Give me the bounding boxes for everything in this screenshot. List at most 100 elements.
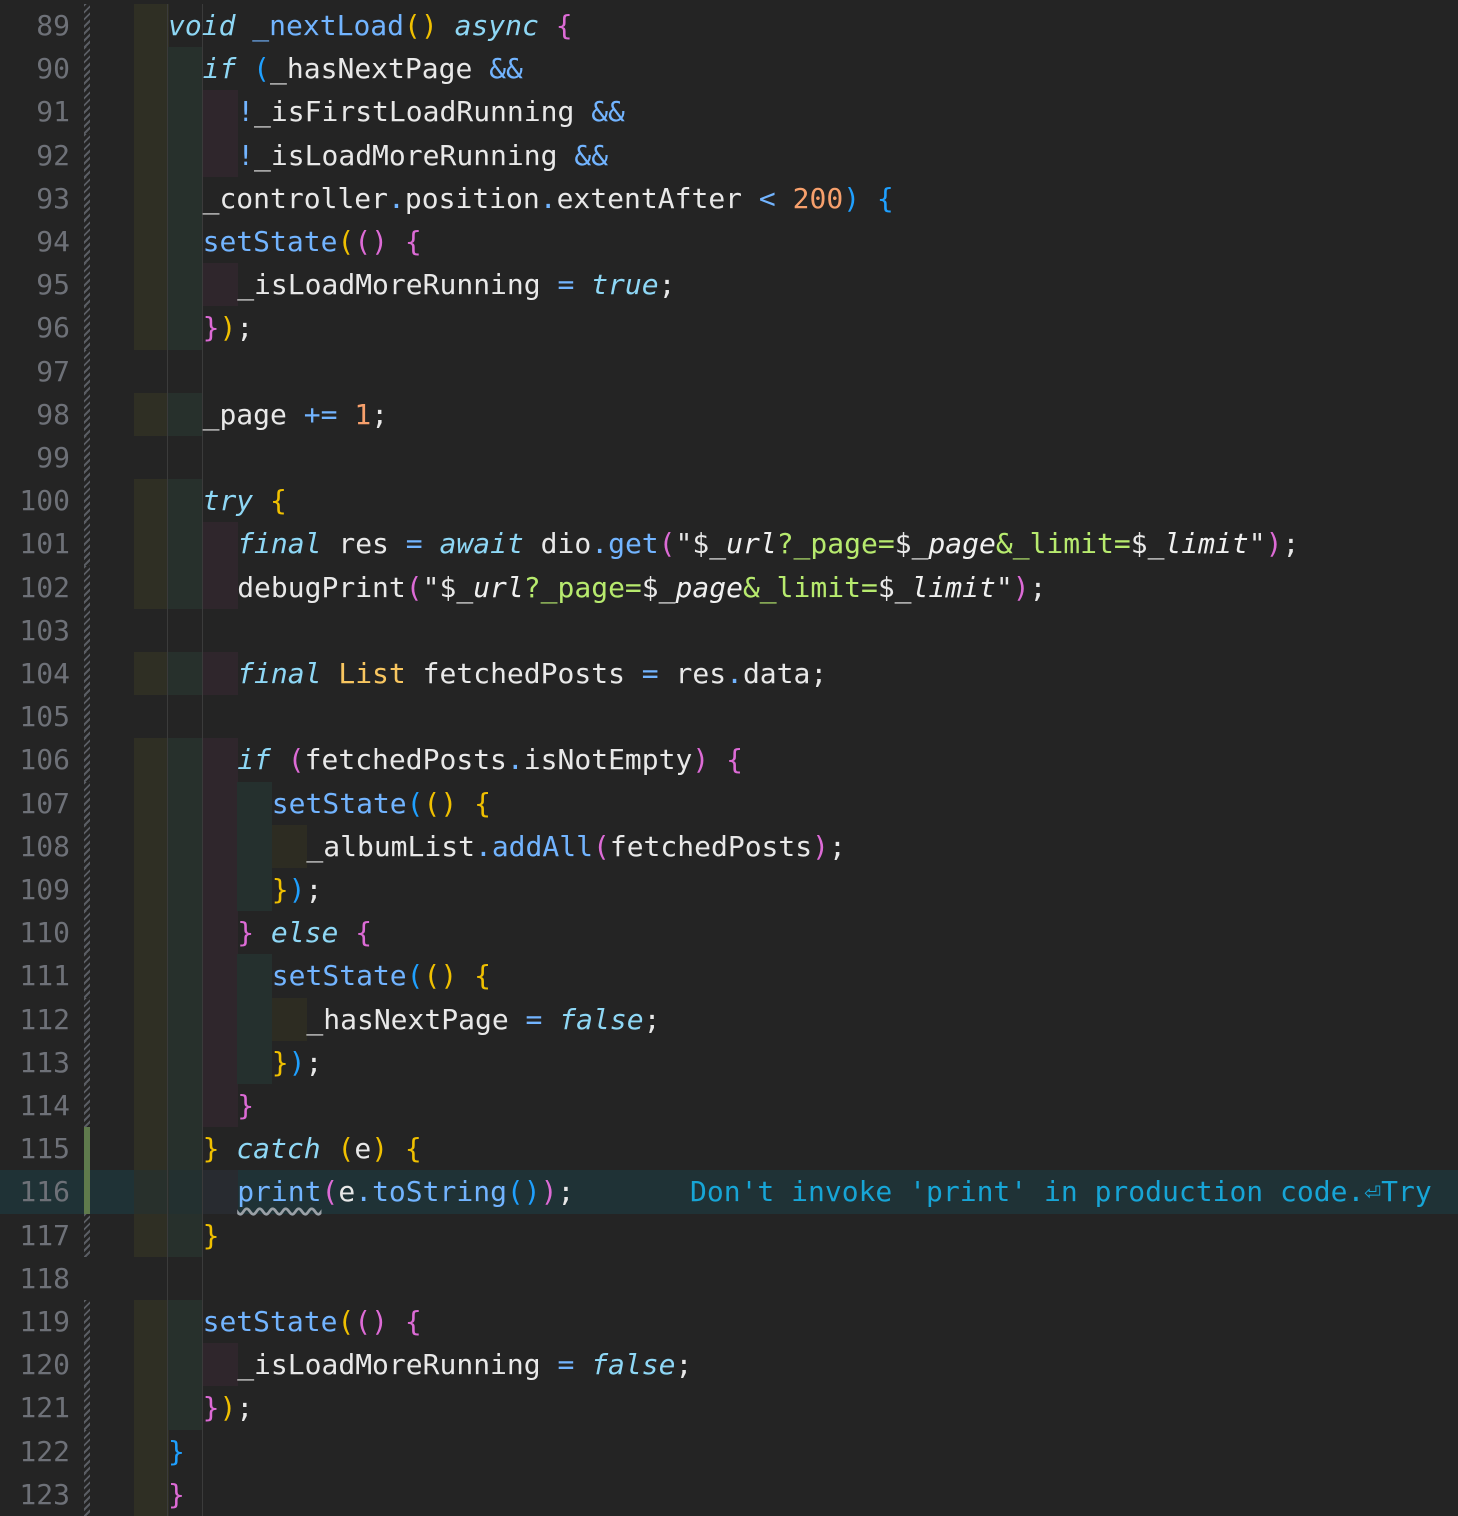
indent-guide	[203, 1170, 238, 1214]
code-token: res	[658, 657, 727, 690]
code-line[interactable]: 112 _hasNextPage = false;	[0, 997, 1458, 1041]
code-token: =	[557, 1348, 575, 1382]
code-line[interactable]: 113});	[0, 1040, 1458, 1084]
modified-line-marker	[84, 1170, 90, 1214]
gutter-marker	[84, 868, 90, 912]
indent-guide	[134, 1084, 169, 1128]
code-line[interactable]: 111 setState(() {	[0, 954, 1458, 998]
indent-guide	[168, 781, 203, 825]
code-line[interactable]: 95 _isLoadMoreRunning = true;	[0, 263, 1458, 307]
code-line[interactable]: 107 setState(() {	[0, 781, 1458, 825]
indent-guide	[168, 997, 203, 1041]
indent-rule	[167, 263, 168, 307]
code-line[interactable]: 102 debugPrint("$_url?_page=$_page&_limit…	[0, 565, 1458, 609]
indent-rule	[202, 652, 203, 696]
code-line[interactable]: 103	[0, 608, 1458, 652]
line-number: 103	[19, 613, 70, 647]
code-line[interactable]: 94 setState(() {	[0, 220, 1458, 264]
code-line[interactable]: 89 void _nextLoad() async {	[0, 4, 1458, 48]
code-line[interactable]: 119 setState(() {	[0, 1300, 1458, 1344]
gutter-marker	[84, 306, 90, 350]
code-line[interactable]: 104 final List fetchedPosts = res.data;	[0, 652, 1458, 696]
code-token: )	[1012, 570, 1030, 604]
code-line[interactable]: 91 !_isFirstLoadRunning &&	[0, 90, 1458, 134]
indent-guide	[237, 954, 272, 998]
code-text: _page += 1;	[203, 393, 388, 436]
code-token: _url	[709, 527, 777, 561]
line-number: 115	[19, 1132, 70, 1166]
code-line[interactable]: 106 if (fetchedPosts.isNotEmpty) {	[0, 738, 1458, 782]
code-line[interactable]: 122}	[0, 1429, 1458, 1473]
code-line[interactable]: 97	[0, 349, 1458, 393]
code-text: _controller.position.extentAfter < 200) …	[203, 177, 894, 220]
code-line[interactable]: 99	[0, 436, 1458, 480]
indent-rule	[202, 1472, 203, 1516]
indent-guide	[272, 997, 307, 1041]
code-text: }	[237, 1084, 254, 1127]
code-token: _isLoadMoreRunning	[237, 268, 558, 302]
code-line[interactable]: 93 _controller.position.extentAfter < 200…	[0, 176, 1458, 220]
code-line[interactable]: 118	[0, 1256, 1458, 1300]
code-line[interactable]: 90 if (_hasNextPage &&	[0, 47, 1458, 91]
code-token: {	[404, 1132, 422, 1166]
code-line[interactable]: 110} else {	[0, 911, 1458, 955]
indent-rule	[167, 220, 168, 264]
indent-guide	[168, 1343, 203, 1387]
line-number: 122	[19, 1434, 70, 1468]
code-editor[interactable]: 89 void _nextLoad() async {90 if (_hasNext…	[0, 0, 1458, 1516]
indent-guide	[203, 90, 238, 134]
lint-diagnostic-hint[interactable]: Don't invoke 'print' in production code.…	[690, 1170, 1432, 1213]
code-token: _albumList	[306, 829, 475, 863]
indent-rule	[202, 695, 203, 739]
line-number: 106	[19, 743, 70, 777]
code-token: )	[540, 1175, 558, 1209]
code-token: ;	[371, 397, 389, 431]
code-line[interactable]: 105	[0, 695, 1458, 739]
gutter-marker	[84, 1429, 90, 1473]
code-line[interactable]: 120 _isLoadMoreRunning = false;	[0, 1343, 1458, 1387]
code-token: &&	[591, 95, 625, 129]
indent-rule	[167, 1127, 168, 1171]
code-line[interactable]: 115} catch (e) {	[0, 1127, 1458, 1171]
code-token: get	[608, 527, 659, 561]
code-token: isNotEmpty	[523, 743, 693, 777]
code-line[interactable]: 121});	[0, 1386, 1458, 1430]
gutter-marker	[84, 176, 90, 220]
code-line[interactable]: 98 _page += 1;	[0, 392, 1458, 436]
gutter-marker	[84, 608, 90, 652]
code-line[interactable]: 96});	[0, 306, 1458, 350]
code-token: ;	[236, 1391, 254, 1425]
code-token: _nextLoad	[252, 9, 405, 42]
code-line[interactable]: 101 final res = await dio.get("$_url?_pag…	[0, 522, 1458, 566]
indent-guide	[134, 1300, 169, 1344]
code-line[interactable]: 123}	[0, 1472, 1458, 1516]
indent-rule	[167, 1256, 168, 1300]
indent-rule	[167, 349, 168, 393]
code-line[interactable]: 92 !_isLoadMoreRunning &&	[0, 133, 1458, 177]
line-number: 111	[19, 959, 70, 993]
code-line[interactable]: 117}	[0, 1213, 1458, 1257]
code-token: .	[506, 743, 524, 777]
indent-rule	[202, 263, 203, 307]
indent-guide	[134, 565, 169, 609]
indent-guide	[134, 824, 169, 868]
code-token: toString	[372, 1175, 507, 1209]
code-line[interactable]: 109});	[0, 868, 1458, 912]
code-token: }	[237, 1089, 255, 1122]
indent-guide	[168, 263, 203, 307]
code-line[interactable]: 114}	[0, 1084, 1458, 1128]
code-token: 1	[354, 397, 372, 431]
line-number: 123	[19, 1477, 70, 1511]
indent-rule	[167, 522, 168, 566]
code-line[interactable]: 100 try {	[0, 479, 1458, 523]
code-line[interactable]: 116 print(e.toString()); Don't invoke 'pri…	[0, 1170, 1458, 1214]
code-token: catch	[236, 1132, 321, 1166]
indent-rule	[167, 781, 168, 825]
code-line[interactable]: 108 _albumList.addAll(fetchedPosts);	[0, 824, 1458, 868]
